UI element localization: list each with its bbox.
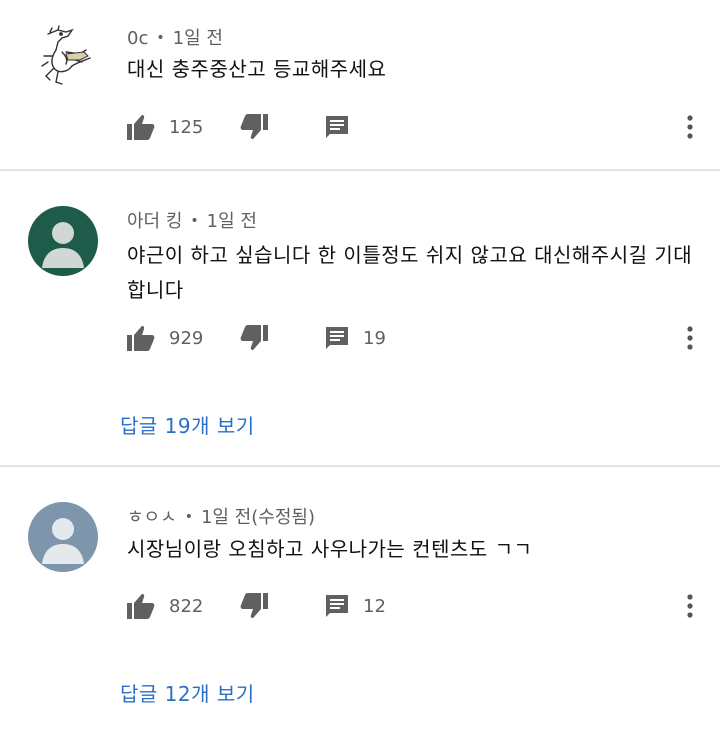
view-replies-link[interactable]: 답글 12개 보기 (120, 678, 255, 707)
comment-author[interactable]: 아더 킹 (127, 211, 182, 232)
reply-count: 12 (363, 595, 386, 617)
thumb-down-icon (240, 325, 268, 351)
reply-count: 19 (363, 327, 386, 349)
avatar[interactable] (28, 22, 98, 92)
like-button[interactable]: 125 (127, 110, 203, 144)
reply-button[interactable]: 12 (325, 589, 386, 623)
thumb-up-icon (127, 325, 155, 351)
comment-time: 1일 전 (206, 211, 257, 232)
avatar[interactable] (28, 206, 98, 276)
thumb-up-icon (127, 114, 155, 140)
comment-meta: ㅎㅇㅅ • 1일 전(수정됨) (127, 503, 315, 529)
comment-author[interactable]: 0c (127, 28, 148, 49)
comment-time: 1일 전(수정됨) (200, 507, 315, 528)
thumb-down-icon (240, 593, 268, 619)
comment-actions: 125 (0, 110, 720, 144)
view-replies-link[interactable]: 답글 19개 보기 (120, 410, 255, 439)
separator-dot: • (156, 30, 165, 46)
comment-meta: 아더 킹 • 1일 전 (127, 207, 257, 233)
thumb-up-icon (127, 593, 155, 619)
comment-actions: 822 12 (0, 589, 720, 623)
like-button[interactable]: 822 (127, 589, 203, 623)
reply-button[interactable]: 19 (325, 321, 386, 355)
comment-text: 야근이 하고 싶습니다 한 이틀정도 쉬지 않고요 대신해주시길 기대합니다 (127, 243, 693, 302)
like-count: 929 (169, 327, 204, 349)
dislike-button[interactable] (240, 589, 268, 623)
like-button[interactable]: 929 (127, 321, 203, 355)
comment-time: 1일 전 (172, 28, 223, 49)
dislike-button[interactable] (240, 110, 268, 144)
default-avatar-icon (28, 502, 98, 572)
comment-icon (326, 595, 348, 617)
comment-icon (326, 327, 348, 349)
comment-text: 시장님이랑 오침하고 사우나가는 컨텐츠도 ㄱㄱ (127, 537, 533, 561)
more-options-button[interactable] (680, 589, 700, 623)
lizard-drawing-avatar-icon (41, 25, 91, 85)
default-avatar-icon (28, 206, 98, 276)
comment-icon (326, 116, 348, 138)
divider (0, 465, 720, 467)
divider (0, 169, 720, 171)
separator-dot: • (184, 509, 193, 525)
like-count: 822 (169, 595, 204, 617)
more-options-button[interactable] (680, 321, 700, 355)
reply-button[interactable] (325, 110, 349, 144)
separator-dot: • (190, 213, 199, 229)
comment-author[interactable]: ㅎㅇㅅ (127, 507, 177, 528)
more-vert-icon (687, 326, 693, 350)
dislike-button[interactable] (240, 321, 268, 355)
comment-meta: 0c • 1일 전 (127, 24, 223, 50)
comment-actions: 929 19 (0, 321, 720, 355)
like-count: 125 (169, 116, 204, 138)
more-options-button[interactable] (680, 110, 700, 144)
more-vert-icon (687, 594, 693, 618)
avatar[interactable] (28, 502, 98, 572)
more-vert-icon (687, 115, 693, 139)
comment-text: 대신 충주중산고 등교해주세요 (127, 57, 387, 81)
thumb-down-icon (240, 114, 268, 140)
